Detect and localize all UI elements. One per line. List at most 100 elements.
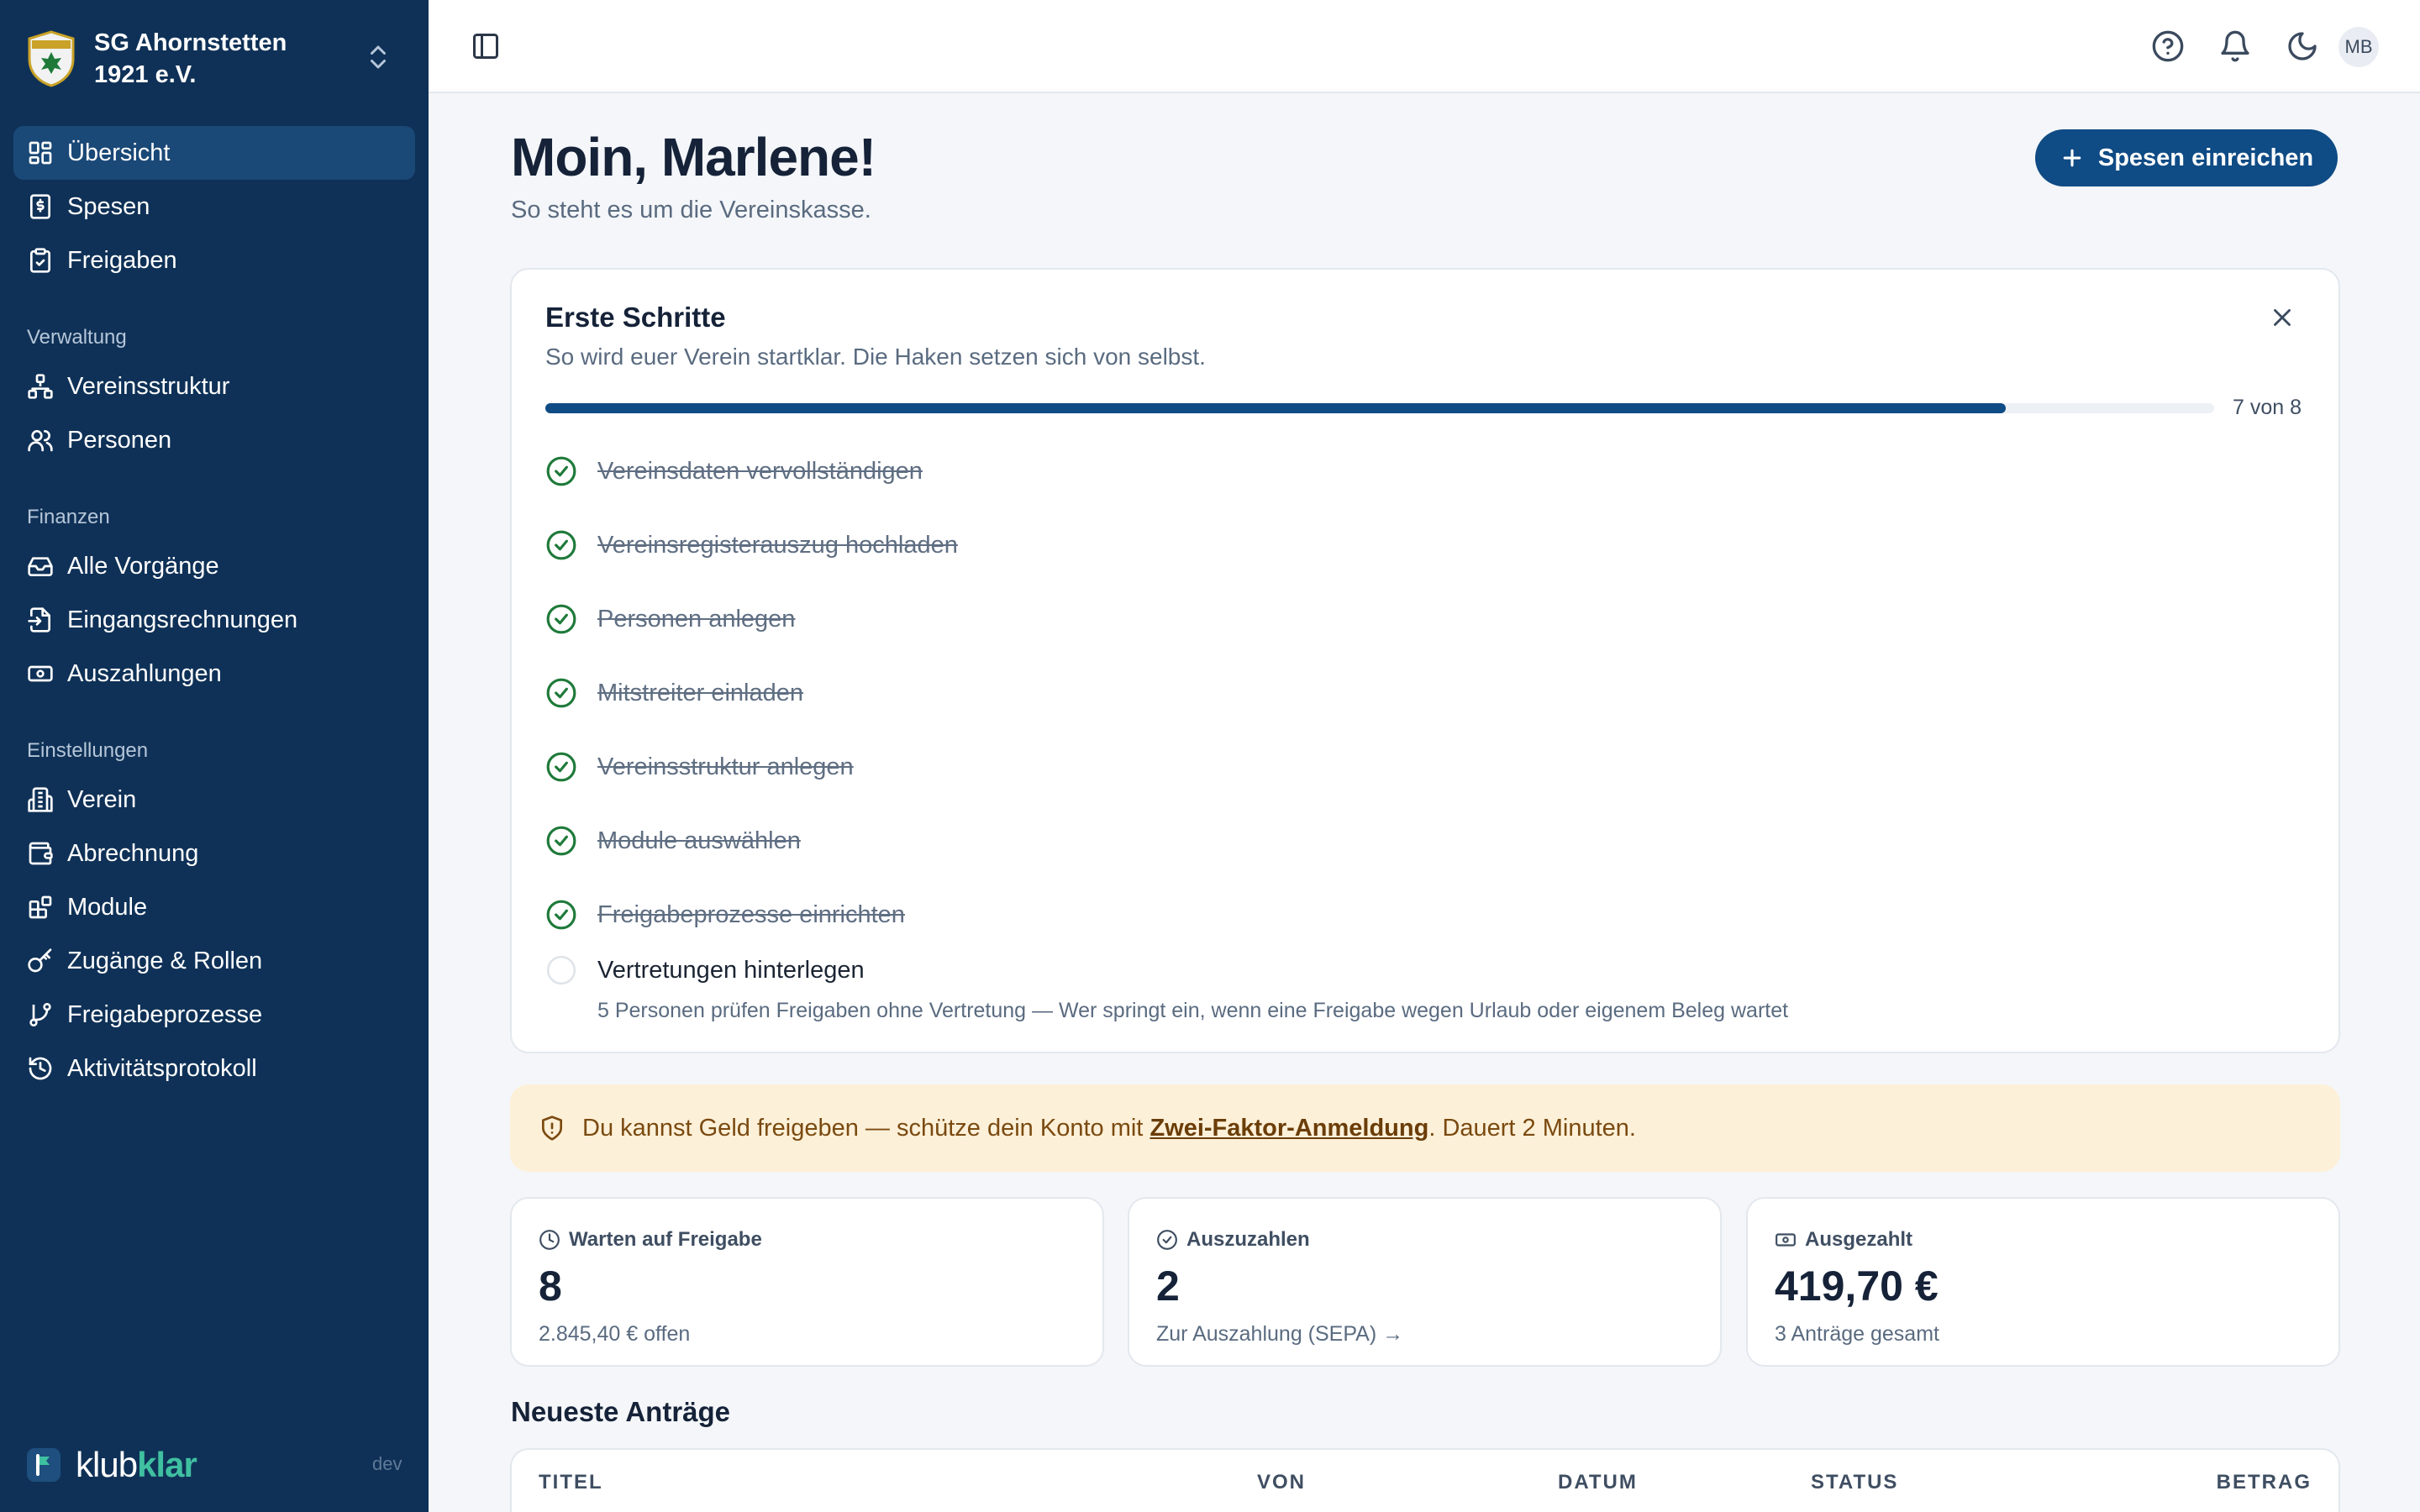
sidebar-item-freigaben[interactable]: Freigaben bbox=[13, 234, 415, 287]
bell-icon[interactable] bbox=[2218, 29, 2252, 63]
page-subtitle: So steht es um die Vereinskasse. bbox=[511, 197, 871, 223]
column-header-from[interactable]: VON bbox=[1257, 1471, 1306, 1494]
stat-value: 2 bbox=[1156, 1263, 1180, 1310]
avatar[interactable]: MB bbox=[2338, 27, 2379, 67]
org-name: SG Ahornstetten 1921 e.V. bbox=[94, 29, 287, 88]
onboarding-step[interactable]: Module auswählen bbox=[545, 804, 2293, 878]
column-header-date[interactable]: DATUM bbox=[1558, 1471, 1638, 1494]
check-circle-icon bbox=[546, 456, 576, 486]
stat-card-paid[interactable]: Ausgezahlt 419,70 € 3 Anträge gesamt bbox=[1746, 1197, 2340, 1367]
stat-label: Ausgezahlt bbox=[1775, 1228, 1912, 1252]
stat-card-to-pay[interactable]: Auszuzahlen 2 Zur Auszahlung (SEPA) → bbox=[1128, 1197, 1722, 1367]
onboarding-step-label: Mitstreiter einladen bbox=[597, 679, 803, 706]
building-icon bbox=[28, 787, 53, 812]
banner-text: Du kannst Geld freigeben — schütze dein … bbox=[582, 1114, 1150, 1142]
empty-circle-icon bbox=[546, 955, 576, 985]
onboarding-step-description: 5 Personen prüfen Freigaben ohne Vertret… bbox=[597, 999, 1789, 1022]
sidebar-item-eingangsrechnungen[interactable]: Eingangsrechnungen bbox=[13, 593, 415, 647]
onboarding-step[interactable]: Vereinsdaten vervollständigen bbox=[545, 434, 2293, 508]
onboarding-step[interactable]: Personen anlegen bbox=[545, 582, 2293, 656]
sepa-payout-link[interactable]: Zur Auszahlung (SEPA) → bbox=[1156, 1322, 1403, 1347]
banner-suffix: . Dauert 2 Minuten. bbox=[1428, 1114, 1636, 1142]
moon-icon[interactable] bbox=[2286, 29, 2319, 63]
onboarding-title: Erste Schritte bbox=[545, 302, 726, 333]
sidebar-item-abrechnung[interactable]: Abrechnung bbox=[13, 827, 415, 880]
onboarding-step-open[interactable]: Vertretungen hinterlegen bbox=[545, 933, 2293, 1007]
sidebar-item-vereinsstruktur[interactable]: Vereinsstruktur bbox=[13, 360, 415, 413]
sidebar-item-label: Aktivitätsprotokoll bbox=[67, 1054, 257, 1082]
onboarding-step-label: Freigabeprozesse einrichten bbox=[597, 900, 905, 928]
stat-foot: 2.845,40 € offen bbox=[539, 1322, 691, 1346]
banknote-icon bbox=[28, 665, 53, 682]
nav-section-finanzen: Finanzen bbox=[27, 506, 110, 528]
brand-logo[interactable]: klubklar bbox=[27, 1445, 197, 1485]
column-header-title[interactable]: TITEL bbox=[539, 1471, 603, 1494]
check-circle-icon bbox=[1157, 1230, 1177, 1250]
check-circle-icon bbox=[546, 678, 576, 708]
shield-alert-icon bbox=[542, 1116, 562, 1141]
check-circle-icon bbox=[546, 826, 576, 856]
sidebar-item-zugaenge-rollen[interactable]: Zugänge & Rollen bbox=[13, 934, 415, 988]
onboarding-step[interactable]: Vereinsregisterauszug hochladen bbox=[545, 508, 2293, 582]
sidebar-item-freigabeprozesse[interactable]: Freigabeprozesse bbox=[13, 988, 415, 1042]
sidebar-toggle-icon[interactable] bbox=[471, 31, 501, 61]
club-crest-icon bbox=[28, 30, 75, 87]
clipboard-check-icon bbox=[30, 248, 50, 273]
onboarding-step[interactable]: Mitstreiter einladen bbox=[545, 656, 2293, 730]
sidebar: SG Ahornstetten 1921 e.V. Übersicht Spes… bbox=[0, 0, 429, 1512]
onboarding-step-label: Vereinsstruktur anlegen bbox=[597, 753, 854, 780]
sidebar-item-alle-vorgaenge[interactable]: Alle Vorgänge bbox=[13, 539, 415, 593]
sidebar-item-label: Eingangsrechnungen bbox=[67, 606, 298, 633]
stat-value: 8 bbox=[539, 1263, 562, 1310]
sidebar-item-module[interactable]: Module bbox=[13, 880, 415, 934]
history-icon bbox=[29, 1057, 52, 1080]
users-icon bbox=[28, 429, 53, 452]
onboarding-step[interactable]: Vereinsstruktur anlegen bbox=[545, 730, 2293, 804]
onboarding-step-label: Vereinsdaten vervollständigen bbox=[597, 457, 923, 485]
stat-card-pending[interactable]: Warten auf Freigabe 8 2.845,40 € offen bbox=[510, 1197, 1104, 1367]
sidebar-item-label: Personen bbox=[67, 426, 172, 454]
brand-wordmark: klubklar bbox=[76, 1445, 197, 1484]
onboarding-subtitle: So wird euer Verein startklar. Die Haken… bbox=[545, 344, 1206, 370]
check-circle-icon bbox=[546, 752, 576, 782]
sidebar-item-label: Module bbox=[67, 893, 148, 921]
stat-label: Auszuzahlen bbox=[1156, 1228, 1310, 1252]
column-header-amount[interactable]: BETRAG bbox=[2217, 1471, 2312, 1494]
sidebar-item-label: Verein bbox=[67, 785, 137, 813]
onboarding-step-label: Module auswählen bbox=[597, 827, 801, 854]
submit-expenses-button[interactable]: Spesen einreichen bbox=[2035, 129, 2338, 186]
sidebar-item-auszahlungen[interactable]: Auszahlungen bbox=[13, 647, 415, 701]
org-switcher[interactable]: SG Ahornstetten 1921 e.V. bbox=[27, 25, 405, 92]
two-factor-link[interactable]: Zwei-Faktor-Anmeldung bbox=[1150, 1115, 1428, 1142]
sidebar-item-uebersicht[interactable]: Übersicht bbox=[13, 126, 415, 180]
sidebar-item-label: Abrechnung bbox=[67, 839, 199, 867]
stat-foot: 3 Anträge gesamt bbox=[1775, 1322, 1939, 1346]
clock-icon bbox=[539, 1230, 560, 1250]
help-icon[interactable] bbox=[2151, 29, 2185, 63]
sidebar-item-label: Auszahlungen bbox=[67, 659, 222, 687]
sidebar-item-spesen[interactable]: Spesen bbox=[13, 180, 415, 234]
onboarding-step-label: Personen anlegen bbox=[597, 605, 796, 633]
submit-expenses-label: Spesen einreichen bbox=[2097, 144, 2314, 171]
chevrons-up-down-icon[interactable] bbox=[363, 42, 393, 72]
two-factor-banner: Du kannst Geld freigeben — schütze dein … bbox=[510, 1084, 2340, 1172]
recent-requests-table: TITEL VON DATUM STATUS BETRAG bbox=[510, 1448, 2340, 1512]
close-icon[interactable] bbox=[2268, 303, 2296, 332]
topbar: MB bbox=[429, 0, 2420, 93]
nav-section-einstellungen: Einstellungen bbox=[27, 739, 149, 762]
onboarding-progress-label: 7 von 8 bbox=[2233, 396, 2302, 419]
sidebar-item-personen[interactable]: Personen bbox=[13, 413, 415, 467]
sidebar-item-aktivitaetsprotokoll[interactable]: Aktivitätsprotokoll bbox=[13, 1042, 415, 1095]
sidebar-item-label: Vereinsstruktur bbox=[67, 372, 230, 400]
onboarding-card: Erste Schritte So wird euer Verein start… bbox=[510, 268, 2340, 1053]
stat-value: 419,70 € bbox=[1775, 1263, 1939, 1310]
onboarding-step-label: Vertretungen hinterlegen bbox=[597, 956, 865, 984]
stat-label: Warten auf Freigabe bbox=[539, 1228, 762, 1252]
sidebar-item-label: Alle Vorgänge bbox=[67, 552, 219, 580]
environment-label: dev bbox=[372, 1453, 402, 1474]
inbox-icon bbox=[28, 557, 53, 576]
key-icon bbox=[28, 948, 52, 973]
sidebar-item-label: Übersicht bbox=[67, 139, 171, 166]
column-header-status[interactable]: STATUS bbox=[1811, 1471, 1898, 1494]
sidebar-item-verein[interactable]: Verein bbox=[13, 773, 415, 827]
